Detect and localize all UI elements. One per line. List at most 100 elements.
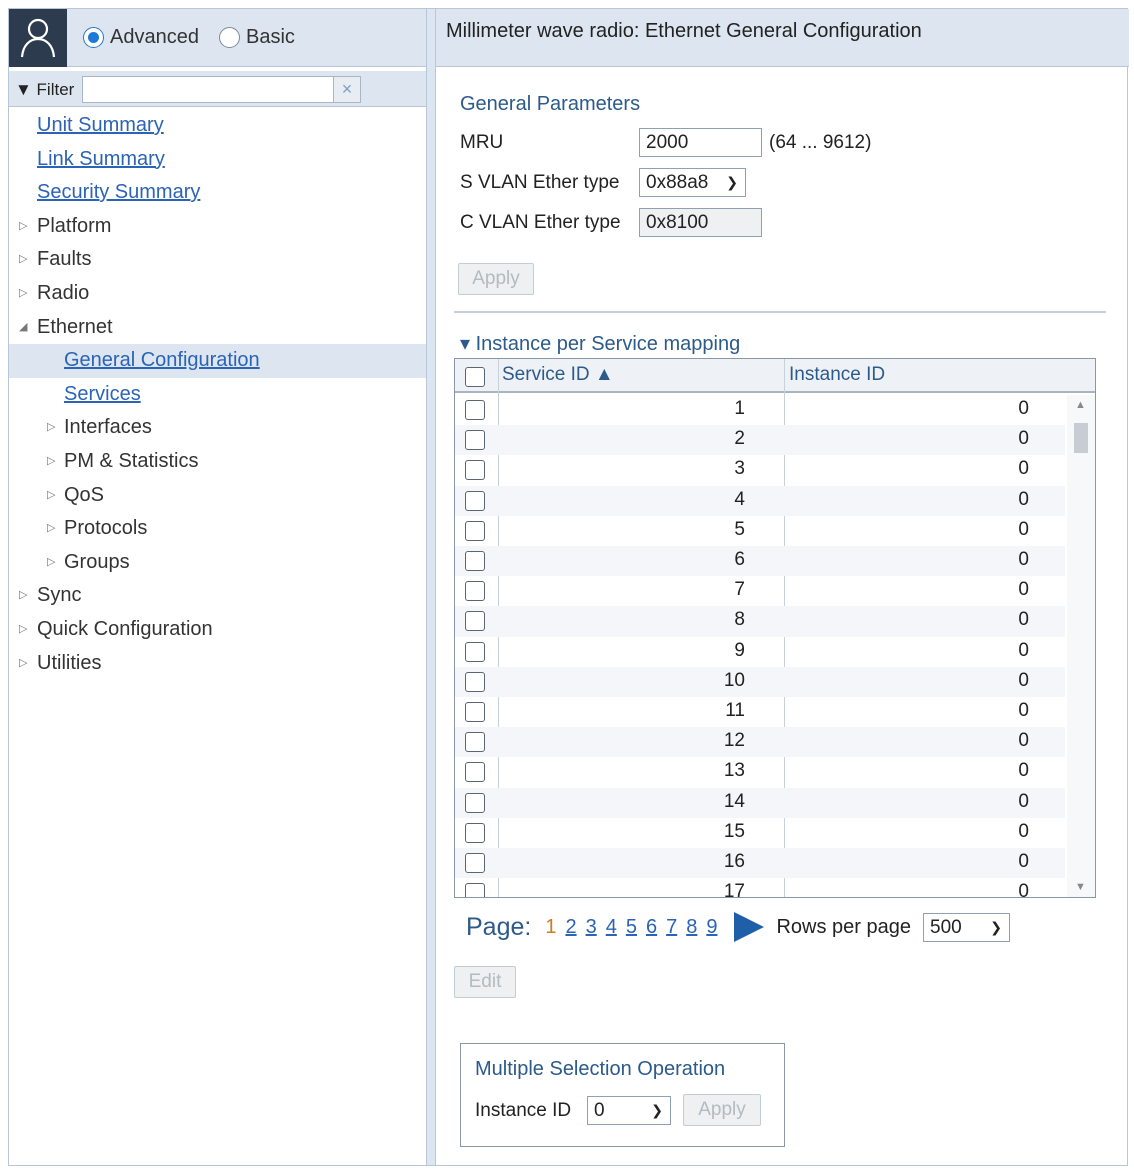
filter-input[interactable] xyxy=(82,76,334,103)
nav-unit-summary-label[interactable]: Unit Summary xyxy=(37,109,164,143)
clear-filter-button[interactable]: × xyxy=(333,76,361,103)
nav-pm-statistics[interactable]: ▷ PM & Statistics xyxy=(9,445,426,479)
filter-label[interactable]: ▼ Filter xyxy=(15,80,74,100)
nav-services-label[interactable]: Services xyxy=(64,378,141,412)
collapse-triangle-icon[interactable]: ◢ xyxy=(19,311,27,345)
nav-groups-label[interactable]: Groups xyxy=(64,546,130,580)
nav-general-configuration-label[interactable]: General Configuration xyxy=(64,344,260,378)
cvlan-input[interactable]: 0x8100 xyxy=(639,208,762,237)
nav-radio[interactable]: ▷ Radio xyxy=(9,277,426,311)
page-link[interactable]: 9 xyxy=(706,916,717,939)
row-checkbox[interactable] xyxy=(465,732,485,753)
edit-button[interactable]: Edit xyxy=(454,966,516,998)
panel-splitter[interactable] xyxy=(426,9,436,1165)
table-row[interactable]: 12 0 xyxy=(455,727,1065,758)
expand-triangle-icon[interactable]: ▷ xyxy=(47,445,55,479)
table-row[interactable]: 80 xyxy=(455,606,1065,637)
row-checkbox[interactable] xyxy=(465,702,485,722)
table-row[interactable]: 11 0 xyxy=(455,697,1065,727)
page-link[interactable]: 2 xyxy=(565,916,576,939)
general-apply-button[interactable]: Apply xyxy=(458,263,534,295)
nav-protocols[interactable]: ▷ Protocols xyxy=(9,512,426,546)
expand-triangle-icon[interactable]: ▷ xyxy=(47,512,55,546)
row-checkbox[interactable] xyxy=(465,400,485,420)
nav-quick-configuration-label[interactable]: Quick Configuration xyxy=(37,613,213,647)
expand-triangle-icon[interactable]: ▷ xyxy=(19,613,27,647)
nav-sync[interactable]: ▷ Sync xyxy=(9,579,426,613)
table-row[interactable]: 17 0 xyxy=(455,878,1065,897)
nav-platform[interactable]: ▷ Platform xyxy=(9,210,426,244)
mru-input[interactable]: 2000 xyxy=(639,128,762,157)
expand-triangle-icon[interactable]: ▷ xyxy=(19,647,27,681)
nav-unit-summary[interactable]: Unit Summary xyxy=(9,109,426,143)
multi-instance-select[interactable]: 0 ❯ xyxy=(587,1096,671,1125)
row-checkbox[interactable] xyxy=(465,520,485,541)
table-row[interactable]: 70 xyxy=(455,576,1065,606)
row-checkbox[interactable] xyxy=(465,430,485,451)
col-service-id[interactable]: Service ID ▲ xyxy=(502,364,614,386)
expand-triangle-icon[interactable]: ▷ xyxy=(19,277,27,311)
col-instance-id[interactable]: Instance ID xyxy=(789,364,885,386)
row-checkbox[interactable] xyxy=(465,611,485,632)
page-link[interactable]: 4 xyxy=(606,916,617,939)
nav-protocols-label[interactable]: Protocols xyxy=(64,512,147,546)
expand-triangle-icon[interactable]: ▷ xyxy=(47,479,55,513)
table-row[interactable]: 10 xyxy=(455,395,1065,425)
mapping-title[interactable]: ▾ Instance per Service mapping xyxy=(460,331,740,356)
basic-radio[interactable]: Basic xyxy=(219,26,295,49)
page-link[interactable]: 6 xyxy=(646,916,657,939)
row-checkbox[interactable] xyxy=(465,641,485,662)
nav-platform-label[interactable]: Platform xyxy=(37,210,111,244)
nav-faults-label[interactable]: Faults xyxy=(37,243,91,277)
select-all-checkbox[interactable] xyxy=(465,367,485,387)
table-row[interactable]: 30 xyxy=(455,455,1065,485)
nav-services[interactable]: Services xyxy=(9,378,426,412)
scroll-down-icon[interactable]: ▼ xyxy=(1075,881,1086,893)
row-checkbox[interactable] xyxy=(465,762,485,783)
nav-ethernet[interactable]: ◢ Ethernet xyxy=(9,311,426,345)
next-page-icon[interactable] xyxy=(734,912,765,942)
row-checkbox[interactable] xyxy=(465,671,485,692)
page-link[interactable]: 8 xyxy=(686,916,697,939)
svlan-select[interactable]: 0x88a8 ❯ xyxy=(639,168,746,197)
row-checkbox[interactable] xyxy=(465,792,485,813)
table-row[interactable]: 16 0 xyxy=(455,848,1065,879)
row-checkbox[interactable] xyxy=(465,490,485,511)
table-row[interactable]: 20 xyxy=(455,425,1065,456)
expand-triangle-icon[interactable]: ▷ xyxy=(47,411,55,445)
nav-utilities-label[interactable]: Utilities xyxy=(37,647,101,681)
table-row[interactable]: 90 xyxy=(455,637,1065,667)
scroll-thumb[interactable] xyxy=(1074,423,1088,453)
row-checkbox[interactable] xyxy=(465,853,485,873)
nav-utilities[interactable]: ▷ Utilities xyxy=(9,647,426,681)
row-checkbox[interactable] xyxy=(465,883,485,897)
nav-radio-label[interactable]: Radio xyxy=(37,277,89,311)
nav-interfaces[interactable]: ▷ Interfaces xyxy=(9,411,426,445)
nav-security-summary-label[interactable]: Security Summary xyxy=(37,176,200,210)
nav-faults[interactable]: ▷ Faults xyxy=(9,243,426,277)
table-row[interactable]: 10 0 xyxy=(455,666,1065,697)
nav-qos-label[interactable]: QoS xyxy=(64,479,104,513)
table-row[interactable]: 13 0 xyxy=(455,757,1065,787)
expand-triangle-icon[interactable]: ▷ xyxy=(19,243,27,277)
nav-general-configuration[interactable]: General Configuration xyxy=(9,344,426,378)
expand-triangle-icon[interactable]: ▷ xyxy=(19,210,27,244)
nav-quick-configuration[interactable]: ▷ Quick Configuration xyxy=(9,613,426,647)
page-link[interactable]: 3 xyxy=(586,916,597,939)
nav-ethernet-label[interactable]: Ethernet xyxy=(37,311,113,345)
nav-link-summary[interactable]: Link Summary xyxy=(9,143,426,177)
table-row[interactable]: 14 0 xyxy=(455,787,1065,818)
row-checkbox[interactable] xyxy=(465,822,485,843)
nav-qos[interactable]: ▷ QoS xyxy=(9,479,426,513)
nav-pm-statistics-label[interactable]: PM & Statistics xyxy=(64,445,198,479)
table-row[interactable]: 60 xyxy=(455,546,1065,577)
table-row[interactable]: 40 xyxy=(455,485,1065,516)
nav-link-summary-label[interactable]: Link Summary xyxy=(37,143,165,177)
advanced-radio[interactable]: Advanced xyxy=(83,26,199,49)
page-link[interactable]: 7 xyxy=(666,916,677,939)
rows-per-page-select[interactable]: 500 ❯ xyxy=(923,912,1010,942)
nav-sync-label[interactable]: Sync xyxy=(37,579,81,613)
row-checkbox[interactable] xyxy=(465,460,485,481)
user-icon[interactable] xyxy=(9,9,67,67)
nav-groups[interactable]: ▷ Groups xyxy=(9,546,426,580)
